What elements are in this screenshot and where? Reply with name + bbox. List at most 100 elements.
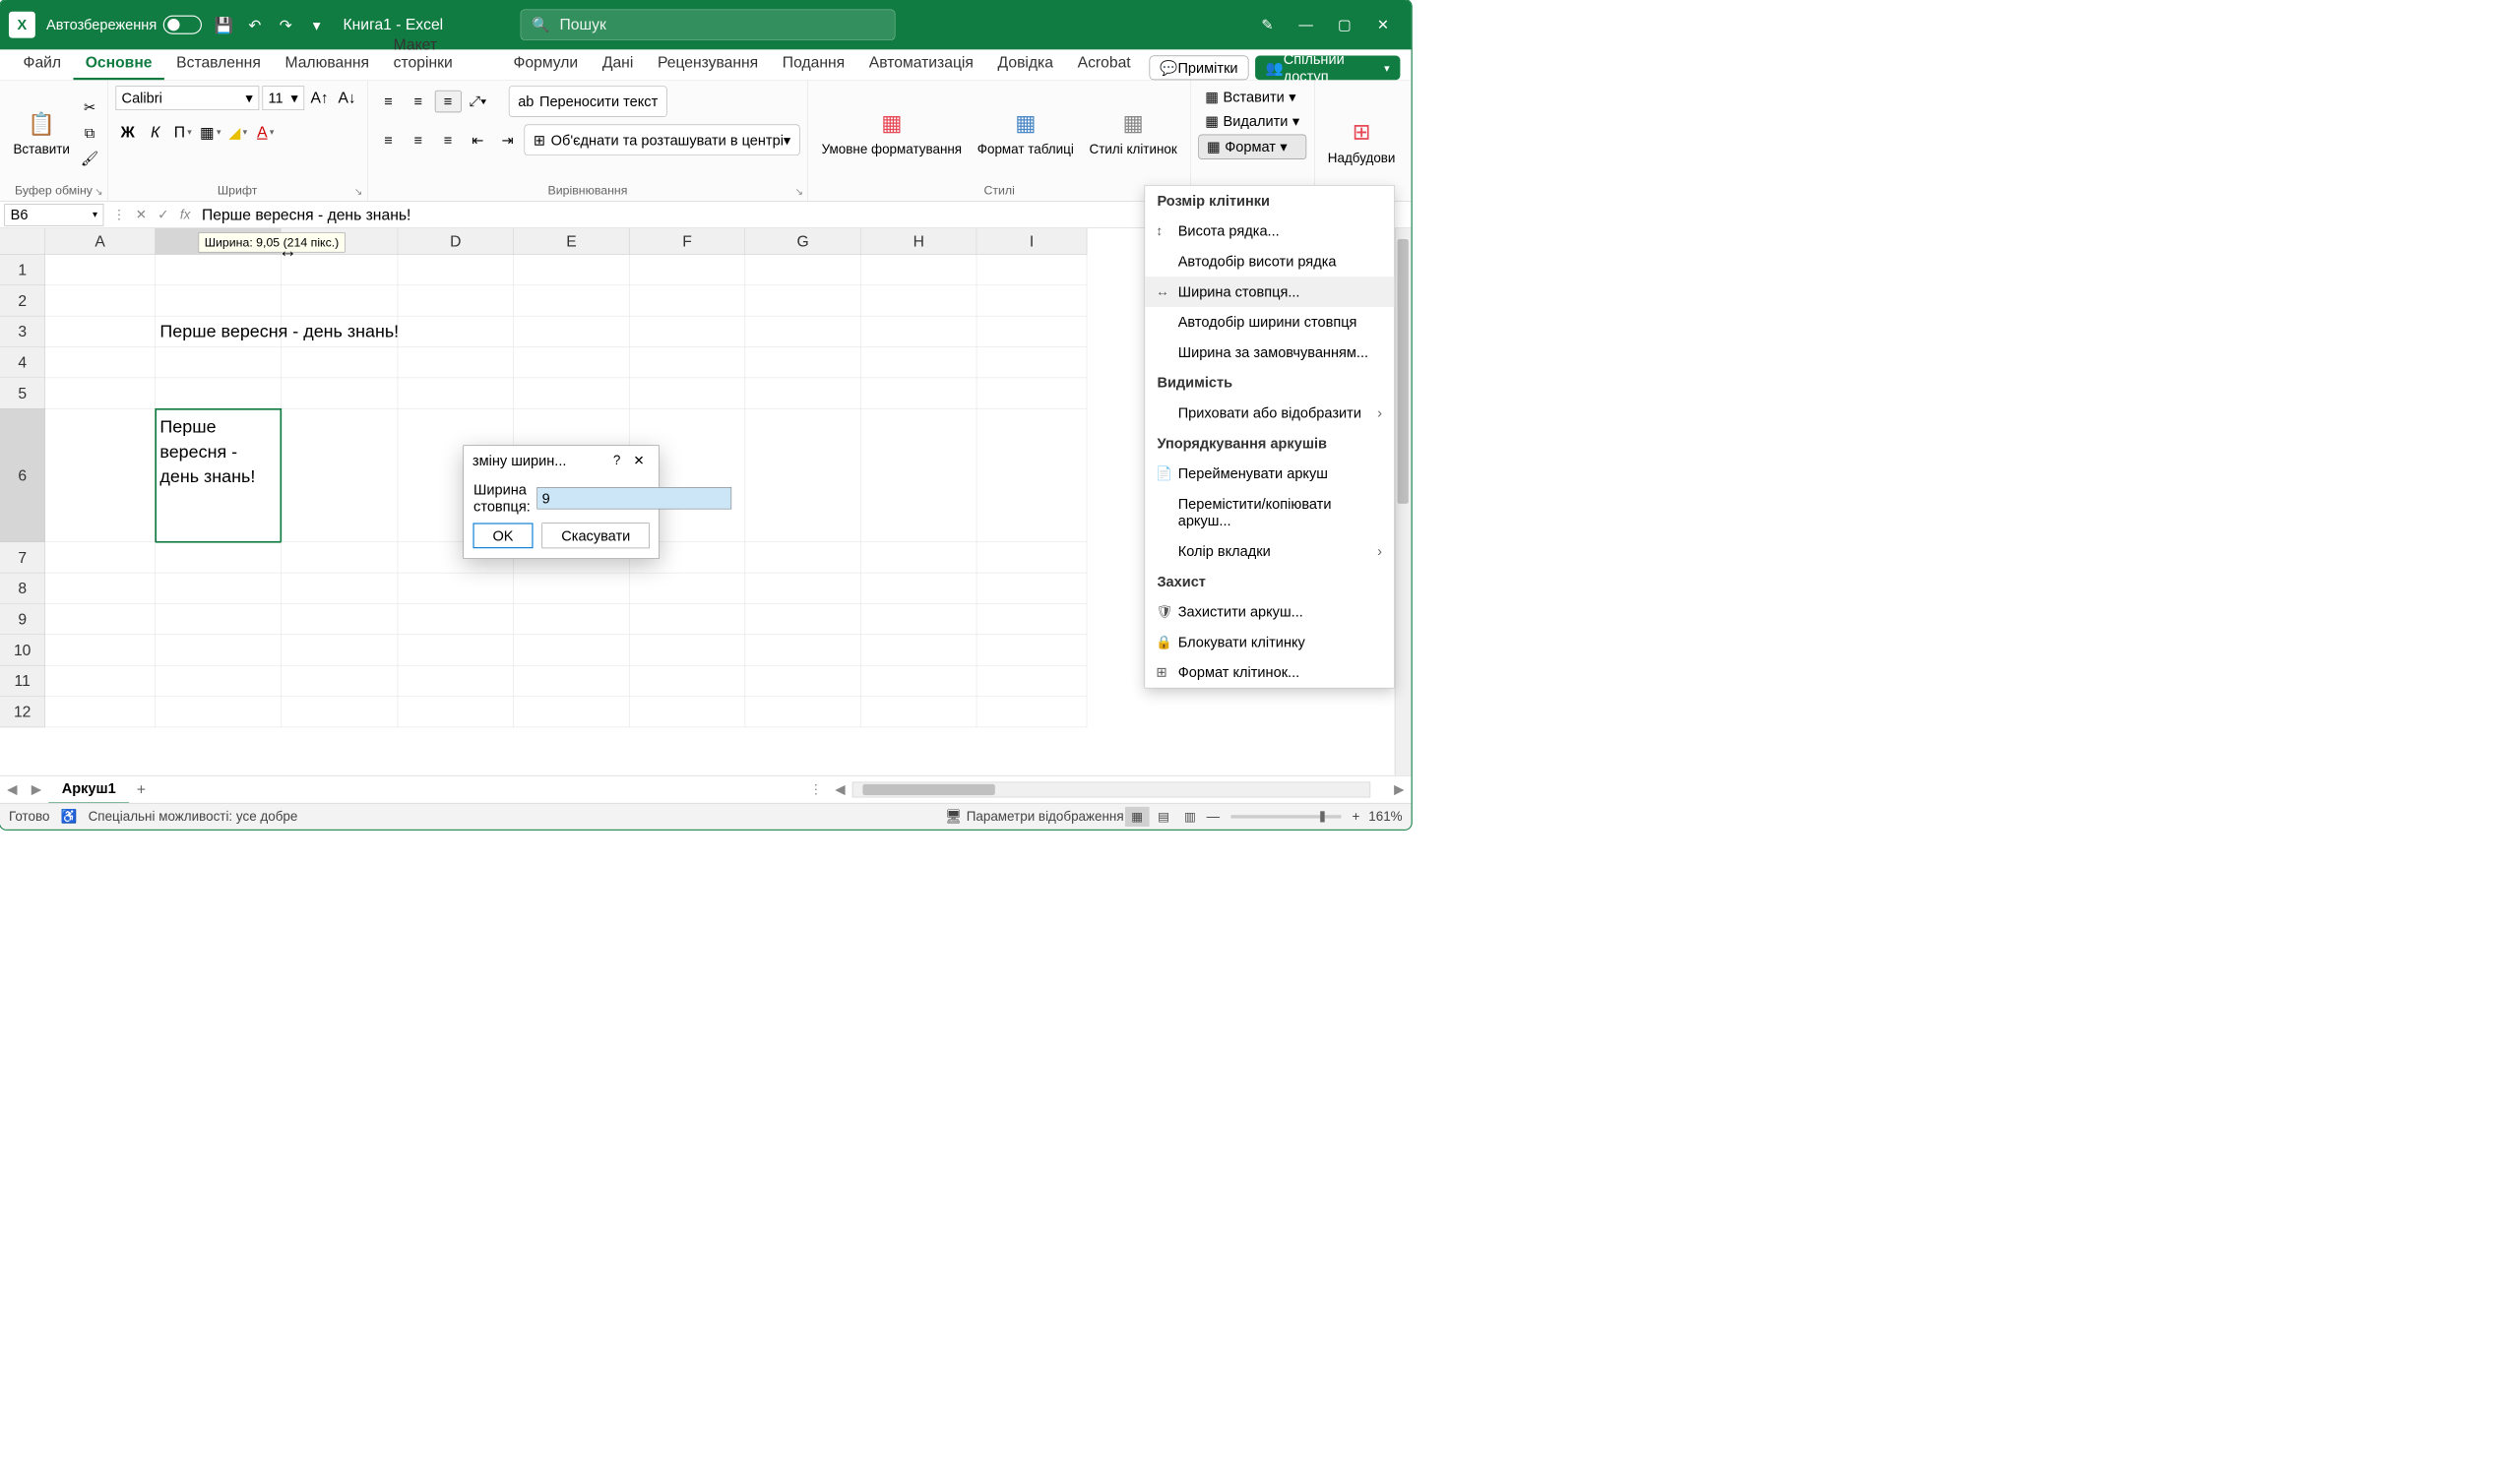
align-bottom-icon[interactable]: ≡	[435, 91, 462, 112]
font-launcher[interactable]: ↘	[354, 186, 362, 198]
add-sheet-button[interactable]: +	[129, 780, 154, 798]
underline-button[interactable]: П	[170, 120, 195, 145]
tab-file[interactable]: Файл	[11, 47, 73, 81]
menu-autofit-row[interactable]: Автодобір висоти рядка	[1145, 246, 1394, 277]
cell-b3[interactable]: Перше вересня - день знань!	[156, 316, 282, 346]
alignment-launcher[interactable]: ↘	[795, 186, 803, 198]
tab-home[interactable]: Основне	[73, 47, 163, 81]
page-layout-view-icon[interactable]: ▤	[1152, 807, 1176, 827]
col-header-g[interactable]: G	[745, 228, 861, 255]
select-all-corner[interactable]	[0, 228, 45, 255]
redo-icon[interactable]: ↷	[274, 13, 298, 37]
row-header[interactable]: 6	[0, 409, 45, 543]
menu-rename-sheet[interactable]: 📄Перейменувати аркуш	[1145, 459, 1394, 489]
fx-icon[interactable]: fx	[174, 207, 196, 222]
col-header-h[interactable]: H	[861, 228, 977, 255]
font-name-select[interactable]: Calibri▾	[115, 86, 259, 110]
align-left-icon[interactable]: ≡	[375, 129, 402, 151]
scroll-right-icon[interactable]: ▶	[1387, 781, 1412, 797]
column-width-input[interactable]	[537, 487, 732, 509]
tab-draw[interactable]: Малювання	[273, 47, 381, 81]
clipboard-launcher[interactable]: ↘	[94, 186, 102, 198]
save-icon[interactable]: 💾	[212, 13, 236, 37]
row-header[interactable]: 8	[0, 573, 45, 603]
normal-view-icon[interactable]: ▦	[1125, 807, 1150, 827]
pen-icon[interactable]: ✎	[1248, 12, 1287, 38]
row-header[interactable]: 9	[0, 604, 45, 635]
copy-icon[interactable]: ⧉	[80, 123, 99, 143]
bold-button[interactable]: Ж	[115, 120, 140, 145]
page-break-view-icon[interactable]: ▥	[1177, 807, 1202, 827]
italic-button[interactable]: К	[143, 120, 167, 145]
tab-submit[interactable]: Подання	[770, 47, 856, 81]
decrease-font-icon[interactable]: A↓	[335, 86, 359, 110]
format-painter-icon[interactable]: 🖌	[80, 149, 99, 168]
col-header-d[interactable]: D	[398, 228, 514, 255]
row-header[interactable]: 7	[0, 542, 45, 573]
align-right-icon[interactable]: ≡	[435, 129, 462, 151]
zoom-level[interactable]: 161%	[1368, 809, 1402, 825]
display-settings-label[interactable]: Параметри відображення	[967, 809, 1124, 825]
format-cells-button[interactable]: ▦ Формат▾	[1199, 135, 1306, 159]
dialog-close-button[interactable]: ✕	[628, 453, 650, 468]
menu-protect-sheet[interactable]: 🛡Захистити аркуш...	[1145, 596, 1394, 627]
zoom-out-button[interactable]: —	[1207, 809, 1220, 825]
tab-review[interactable]: Рецензування	[646, 47, 771, 81]
close-button[interactable]: ✕	[1363, 12, 1402, 38]
row-header[interactable]: 1	[0, 255, 45, 285]
align-center-icon[interactable]: ≡	[405, 129, 431, 151]
menu-tab-color[interactable]: Колір вкладки›	[1145, 536, 1394, 567]
menu-format-cells[interactable]: ⊞Формат клітинок...	[1145, 657, 1394, 688]
addins-button[interactable]: ⊞Надбудови	[1322, 113, 1401, 170]
horizontal-scrollbar[interactable]	[852, 781, 1370, 797]
border-button[interactable]: ▦	[198, 120, 222, 145]
wrap-text-button[interactable]: ab Переносити текст	[509, 86, 667, 116]
tab-formulas[interactable]: Формули	[501, 47, 590, 81]
cell-styles-button[interactable]: ▦Стилі клітинок	[1084, 104, 1182, 161]
tab-data[interactable]: Дані	[591, 47, 646, 81]
col-header-f[interactable]: F	[630, 228, 746, 255]
format-table-button[interactable]: ▦Формат таблиці	[972, 104, 1079, 161]
decrease-indent-icon[interactable]: ⇤	[465, 129, 491, 151]
col-header-a[interactable]: A	[45, 228, 156, 255]
align-top-icon[interactable]: ≡	[375, 91, 402, 112]
fill-color-button[interactable]: ◢	[225, 120, 250, 145]
row-header[interactable]: 12	[0, 697, 45, 727]
font-color-button[interactable]: A	[253, 120, 278, 145]
delete-cells-button[interactable]: ▦ Видалити▾	[1199, 110, 1306, 132]
display-settings-icon[interactable]: 🖥	[945, 809, 962, 825]
increase-font-icon[interactable]: A↑	[307, 86, 332, 110]
dialog-ok-button[interactable]: OK	[472, 523, 533, 548]
col-header-e[interactable]: E	[514, 228, 630, 255]
menu-default-width[interactable]: Ширина за замовчуванням...	[1145, 338, 1394, 368]
menu-row-height[interactable]: ↕Висота рядка...	[1145, 216, 1394, 247]
menu-column-width[interactable]: ↔Ширина стовпця...	[1145, 277, 1394, 307]
share-button[interactable]: 👥 Спільний доступ▾	[1255, 56, 1400, 81]
row-header[interactable]: 10	[0, 635, 45, 665]
cut-icon[interactable]: ✂	[80, 97, 99, 117]
vertical-scrollbar[interactable]	[1395, 228, 1412, 775]
col-header-i[interactable]: I	[976, 228, 1087, 255]
row-header[interactable]: 4	[0, 347, 45, 378]
name-box[interactable]: B6▾	[4, 204, 103, 225]
tab-layout[interactable]: Макет сторінки	[381, 30, 501, 81]
paste-button[interactable]: 📋 Вставити	[8, 104, 76, 161]
minimize-button[interactable]: —	[1287, 12, 1325, 38]
sheet-menu-icon[interactable]: ⋮	[803, 781, 828, 797]
row-header[interactable]: 2	[0, 285, 45, 316]
tab-automate[interactable]: Автоматизація	[856, 47, 985, 81]
insert-cells-button[interactable]: ▦ Вставити▾	[1199, 86, 1306, 107]
sheet-nav-prev[interactable]: ◀	[0, 781, 25, 797]
tab-acrobat[interactable]: Acrobat	[1065, 47, 1143, 81]
sheet-nav-next[interactable]: ▶	[25, 781, 49, 797]
search-box[interactable]: 🔍 Пошук	[521, 10, 896, 40]
tab-insert[interactable]: Вставлення	[164, 47, 273, 81]
menu-hide-unhide[interactable]: Приховати або відобразити›	[1145, 398, 1394, 428]
menu-lock-cell[interactable]: 🔒Блокувати клітинку	[1145, 627, 1394, 657]
row-header[interactable]: 5	[0, 378, 45, 408]
menu-autofit-col[interactable]: Автодобір ширини стовпця	[1145, 307, 1394, 338]
merge-center-button[interactable]: ⊞ Об'єднати та розташувати в центрі ▾	[524, 125, 799, 155]
row-header[interactable]: 11	[0, 665, 45, 696]
menu-move-copy[interactable]: Перемістити/копіювати аркуш...	[1145, 489, 1394, 536]
cancel-formula-icon[interactable]: ✕	[130, 207, 152, 222]
